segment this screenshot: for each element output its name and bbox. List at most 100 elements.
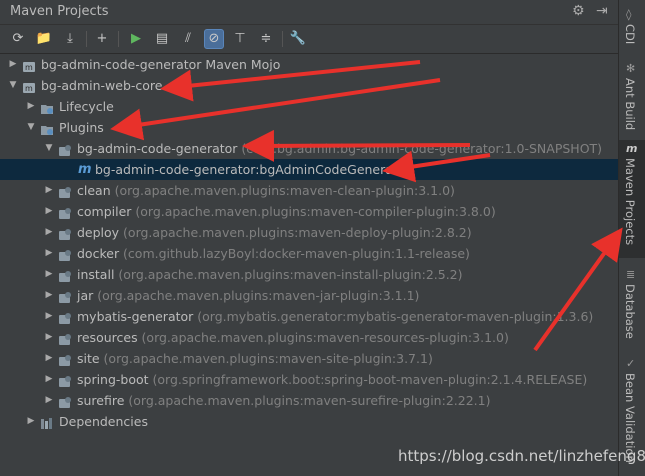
node-coordinates: (org.mybatis.generator:mybatis-generator… (193, 309, 594, 324)
collapsed-arrow-icon[interactable]: ▶ (44, 390, 54, 411)
watermark: https://blog.csdn.net/linzhefeng89 (398, 447, 645, 465)
tree-row[interactable]: ▶ clean (org.apache.maven.plugins:maven-c… (0, 180, 618, 201)
project-tree: ▶ m bg-admin-code-generator Maven Mojo ▼ m bg… (0, 54, 618, 476)
cdi-icon: ◊ (626, 8, 632, 21)
gear-icon[interactable]: ⚙ (572, 3, 585, 19)
tree-row[interactable]: ▶ surefire (org.apache.maven.plugins:mave… (0, 390, 618, 411)
tool-tab-cdi[interactable]: ◊ CDI (619, 6, 645, 50)
node-name: install (77, 267, 115, 282)
toolbar-separator (86, 31, 87, 47)
collapsed-arrow-icon[interactable]: ▶ (44, 327, 54, 348)
tree-row-label: clean (org.apache.maven.plugins:maven-cl… (77, 180, 455, 201)
hide-icon[interactable]: ⇥ (596, 3, 608, 19)
node-name: bg-admin-code-generator (77, 141, 238, 156)
tree-row[interactable]: ▶ site (org.apache.maven.plugins:maven-si… (0, 348, 618, 369)
node-name: spring-boot (77, 372, 149, 387)
expanded-arrow-icon[interactable]: ▼ (26, 117, 36, 138)
collapse-all-icon[interactable]: ≑ (256, 29, 276, 49)
tree-row[interactable]: ▶ docker (com.github.lazyBoyl:docker-mave… (0, 243, 618, 264)
collapsed-arrow-icon[interactable]: ▶ (8, 54, 18, 75)
goal-icon: m (78, 162, 92, 177)
toggle-offline-icon[interactable]: ⫽ (178, 29, 198, 49)
collapsed-arrow-icon[interactable]: ▶ (44, 201, 54, 222)
plugin-icon (58, 184, 72, 198)
tool-tab-ant-build[interactable]: ✻ Ant Build (619, 60, 645, 132)
settings-icon[interactable]: 🔧 (288, 29, 308, 49)
plugins-folder-icon (40, 121, 54, 135)
download-icon[interactable]: ⤓ (60, 29, 80, 49)
tree-row[interactable]: ▶ install (org.apache.maven.plugins:maven… (0, 264, 618, 285)
tree-row[interactable]: m bg-admin-code-generator:bgAdminCodeGene… (0, 159, 618, 180)
node-coordinates: (org.apache.maven.plugins:maven-compiler… (131, 204, 496, 219)
tree-row-label: Dependencies (59, 411, 148, 432)
node-name: compiler (77, 204, 132, 219)
node-name: surefire (77, 393, 125, 408)
tree-row[interactable]: ▶ Lifecycle (0, 96, 618, 117)
tree-row[interactable]: ▼ bg-admin-code-generator (com.bg.admin:b… (0, 138, 618, 159)
tree-row-label: mybatis-generator (org.mybatis.generator… (77, 306, 593, 327)
tree-row[interactable]: ▶ spring-boot (org.springframework.boot:s… (0, 369, 618, 390)
toolbar-separator (282, 31, 283, 47)
collapsed-arrow-icon[interactable]: ▶ (44, 348, 54, 369)
collapsed-arrow-icon[interactable]: ▶ (44, 264, 54, 285)
tree-row-label: Plugins (59, 117, 104, 138)
tree-row[interactable]: ▶ m bg-admin-code-generator Maven Mojo (0, 54, 618, 75)
collapsed-arrow-icon[interactable]: ▶ (44, 222, 54, 243)
generate-sources-icon[interactable]: 📁 (34, 29, 54, 49)
plugin-icon (58, 373, 72, 387)
tree-row-label: bg-admin-code-generator (com.bg.admin:bg… (77, 138, 602, 159)
plugin-icon (58, 247, 72, 261)
ant-icon: ✻ (626, 62, 636, 75)
plugin-icon (58, 394, 72, 408)
dependencies-folder-icon (40, 415, 54, 429)
node-coordinates: (com.bg.admin:bg-admin-code-generator:1.… (237, 141, 603, 156)
tree-row[interactable]: ▶ deploy (org.apache.maven.plugins:maven-… (0, 222, 618, 243)
collapsed-arrow-icon[interactable]: ▶ (44, 180, 54, 201)
tree-row-label: surefire (org.apache.maven.plugins:maven… (77, 390, 490, 411)
collapsed-arrow-icon[interactable]: ▶ (44, 306, 54, 327)
tree-row[interactable]: ▼ m bg-admin-web-core (0, 75, 618, 96)
maven-module-icon: m (22, 79, 36, 93)
plugin-icon (58, 331, 72, 345)
database-icon: ≣ (626, 268, 636, 281)
tree-row[interactable]: ▶ compiler (org.apache.maven.plugins:mave… (0, 201, 618, 222)
plugin-icon (58, 226, 72, 240)
skip-tests-icon[interactable]: ⊘ (204, 29, 224, 49)
node-coordinates: (org.apache.maven.plugins:maven-site-plu… (99, 351, 433, 366)
node-name: Dependencies (59, 414, 148, 429)
show-deps-icon[interactable]: ⊤ (230, 29, 250, 49)
tool-tab-database[interactable]: ≣ Database (619, 266, 645, 344)
collapsed-arrow-icon[interactable]: ▶ (26, 96, 36, 117)
tree-row-label: deploy (org.apache.maven.plugins:maven-d… (77, 222, 472, 243)
reimport-icon[interactable]: ⟳ (8, 29, 28, 49)
tree-row[interactable]: ▶ Dependencies (0, 411, 618, 432)
node-name: mybatis-generator (77, 309, 194, 324)
add-icon[interactable]: + (92, 29, 112, 49)
collapsed-arrow-icon[interactable]: ▶ (26, 411, 36, 432)
expanded-arrow-icon[interactable]: ▼ (8, 75, 18, 96)
tree-row-label: Lifecycle (59, 96, 114, 117)
node-name: clean (77, 183, 111, 198)
toolbar-separator (118, 31, 119, 47)
run-icon[interactable]: ▶ (126, 29, 146, 49)
tree-row[interactable]: ▼ Plugins (0, 117, 618, 138)
panel-titlebar: Maven Projects ⚙ ⇥ (0, 0, 618, 25)
lifecycle-folder-icon (40, 100, 54, 114)
node-coordinates: (org.apache.maven.plugins:maven-resource… (137, 330, 509, 345)
tree-row[interactable]: ▶ jar (org.apache.maven.plugins:maven-jar… (0, 285, 618, 306)
collapsed-arrow-icon[interactable]: ▶ (44, 285, 54, 306)
bean-validation-icon: ✓ (626, 357, 636, 370)
tree-row-label: resources (org.apache.maven.plugins:mave… (77, 327, 509, 348)
collapsed-arrow-icon[interactable]: ▶ (44, 243, 54, 264)
tool-tab-maven-projects[interactable]: m Maven Projects (619, 140, 645, 258)
tree-row-label: install (org.apache.maven.plugins:maven-… (77, 264, 463, 285)
tree-row[interactable]: ▶ mybatis-generator (org.mybatis.generato… (0, 306, 618, 327)
tool-tab-label: CDI (623, 24, 637, 45)
plugin-icon (58, 268, 72, 282)
node-coordinates: (org.apache.maven.plugins:maven-clean-pl… (110, 183, 455, 198)
execute-goal-icon[interactable]: ▤ (152, 29, 172, 49)
node-name: Lifecycle (59, 99, 114, 114)
expanded-arrow-icon[interactable]: ▼ (44, 138, 54, 159)
collapsed-arrow-icon[interactable]: ▶ (44, 369, 54, 390)
tree-row[interactable]: ▶ resources (org.apache.maven.plugins:mav… (0, 327, 618, 348)
